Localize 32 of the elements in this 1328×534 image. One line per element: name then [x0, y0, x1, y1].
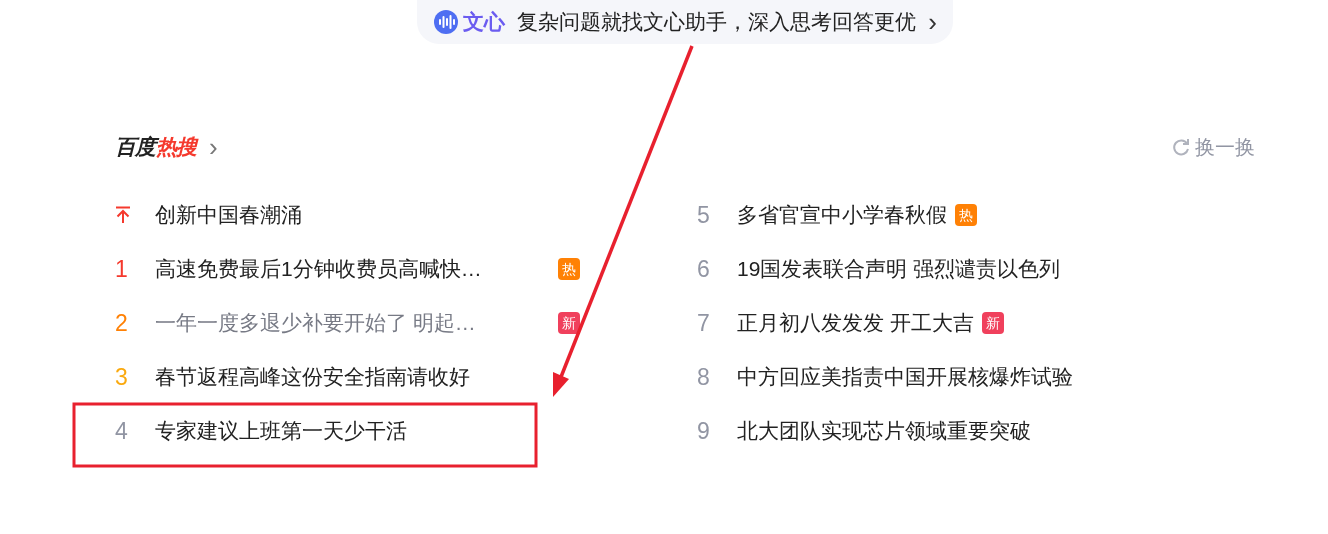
hot-search-link[interactable]: 北大团队实现芯片领域重要突破 — [737, 415, 1031, 447]
tag-badge: 新 — [981, 312, 1004, 334]
rank-number: 1 — [115, 254, 128, 284]
tag-badge: 热 — [955, 204, 977, 226]
chevron-icon: › — [928, 9, 937, 35]
rank-number: 9 — [697, 416, 710, 446]
hot-search-link[interactable]: 专家建议上班第一天少干活 — [155, 415, 545, 447]
banner[interactable]: 文心 复杂问题就找文心助手，深入思考回答更优 › — [417, 0, 953, 44]
waveform-icon — [433, 9, 460, 35]
rank-number: 8 — [697, 362, 710, 392]
rank-number: 2 — [115, 308, 128, 338]
rank-number: 4 — [115, 416, 128, 446]
hot-search-link[interactable]: 高速免费最后1分钟收费员高喊快… — [155, 253, 545, 285]
pin-top-icon — [115, 206, 131, 224]
hot-search-link[interactable]: 一年一度多退少补要开始了 明起… — [155, 307, 545, 339]
rank-number: 6 — [697, 254, 710, 284]
rank-number: 3 — [115, 362, 128, 392]
hot-search-link[interactable]: 正月初八发发发 开工大吉 — [737, 307, 974, 339]
tag-badge: 新 — [558, 312, 580, 334]
rank-number: 7 — [697, 308, 710, 338]
rank-number: 5 — [697, 200, 710, 230]
refresh-icon — [1171, 137, 1191, 157]
section-title[interactable]: 百度热搜 — [115, 131, 197, 163]
brand-name: 文心 — [463, 9, 506, 36]
hot-search-link[interactable]: 创新中国春潮涌 — [155, 199, 545, 231]
banner-text: 复杂问题就找文心助手，深入思考回答更优 — [517, 9, 917, 36]
hot-search-link[interactable]: 中方回应美指责中国开展核爆炸试验 — [737, 361, 1073, 393]
tag-badge: 热 — [558, 258, 580, 280]
chevron-icon: › — [208, 134, 218, 160]
hot-search-link[interactable]: 19国发表联合声明 强烈谴责以色列 — [737, 253, 1061, 285]
hot-search-link[interactable]: 春节返程高峰这份安全指南请收好 — [155, 361, 545, 393]
hot-search-link[interactable]: 多省官宣中小学春秋假 — [737, 199, 947, 231]
